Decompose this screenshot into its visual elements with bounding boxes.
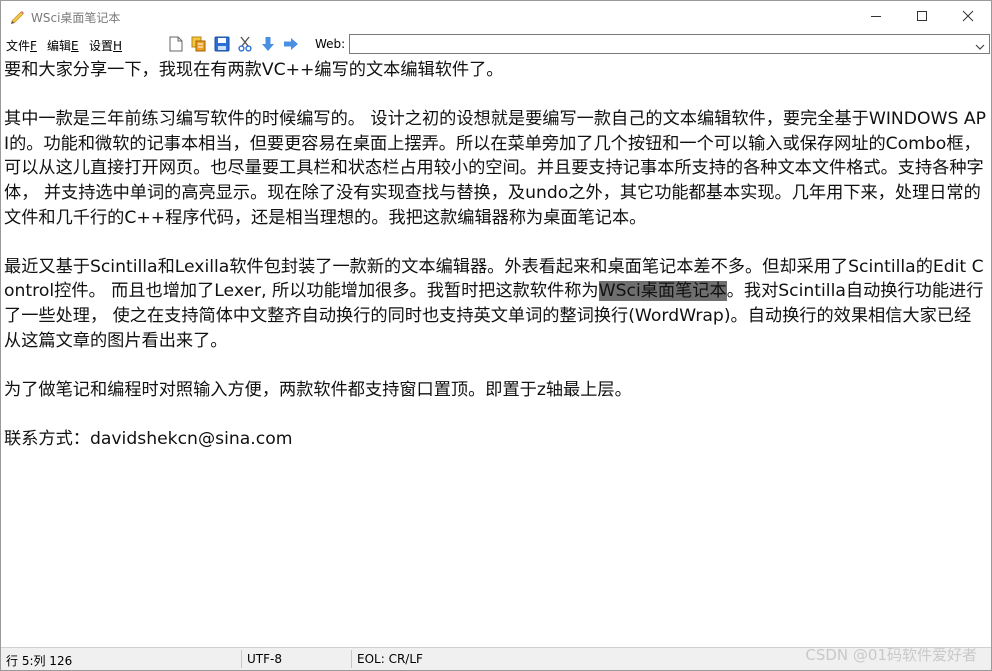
save-icon[interactable] — [213, 35, 231, 53]
web-url-combobox[interactable] — [349, 34, 990, 54]
menu-toolbar-row: 文件F 编辑E 设置H Web: — [1, 32, 991, 58]
encoding-status: UTF-8 — [247, 652, 282, 666]
maximize-icon — [916, 7, 928, 26]
maximize-button[interactable] — [899, 1, 945, 32]
cursor-position: 行 5:列 126 — [6, 654, 73, 668]
web-label: Web: — [315, 37, 346, 51]
status-bar: 行 5:列 126 UTF-8 EOL: CR/LF CSDN @01码软件爱好… — [1, 646, 991, 670]
text-editor[interactable]: 要和大家分享一下，我现在有两款VC++编写的文本编辑软件了。 其中一款是三年前练… — [1, 58, 991, 649]
text-line: 联系方式：davidshekcn@sina.com — [4, 428, 293, 449]
eol-status: EOL: CR/LF — [357, 652, 423, 666]
close-icon — [962, 7, 974, 26]
status-divider — [241, 650, 242, 668]
menu-file[interactable]: 文件F — [6, 37, 37, 54]
minimize-icon — [870, 7, 882, 26]
new-file-icon[interactable] — [167, 35, 185, 53]
text-line: 要和大家分享一下，我现在有两款VC++编写的文本编辑软件了。 — [4, 60, 504, 80]
menu-edit[interactable]: 编辑E — [47, 37, 79, 54]
title-bar[interactable]: WSci桌面笔记本 — [1, 1, 991, 32]
window-title: WSci桌面笔记本 — [31, 11, 121, 25]
web-url-input[interactable] — [352, 36, 962, 52]
close-button[interactable] — [945, 1, 991, 32]
selected-text: WSci桌面笔记本 — [598, 281, 727, 302]
arrow-right-icon[interactable] — [282, 35, 300, 53]
status-divider — [351, 650, 352, 668]
text-paragraph: 最近又基于Scintilla和Lexilla软件包封装了一款新的文本编辑器。外表… — [1, 255, 988, 353]
chevron-down-icon[interactable] — [974, 38, 986, 50]
text-paragraph: 其中一款是三年前练习编写软件的时候编写的。 设计之初的设想就是要编写一款自己的文… — [4, 109, 987, 228]
text-line: 为了做笔记和编程时对照输入方便，两款软件都支持窗口置顶。即置于z轴最上层。 — [4, 379, 632, 400]
watermark: CSDN @01码软件爱好者 — [805, 646, 977, 664]
copy-icon[interactable] — [190, 35, 208, 53]
cut-icon[interactable] — [236, 35, 254, 53]
pencil-icon — [9, 8, 25, 24]
minimize-button[interactable] — [853, 1, 899, 32]
menu-settings[interactable]: 设置H — [89, 37, 122, 54]
arrow-down-icon[interactable] — [259, 35, 277, 53]
